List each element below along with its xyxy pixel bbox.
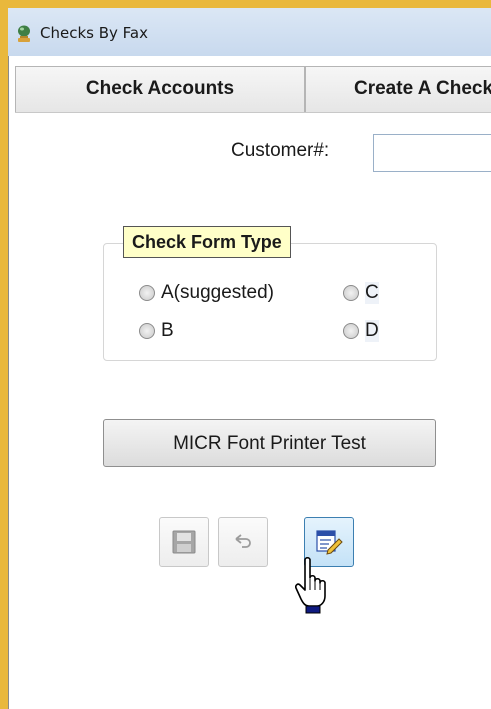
radio-button-icon	[139, 323, 155, 339]
app-window: Checks By Fax Check Accounts Create A Ch…	[0, 0, 491, 709]
tab-check-accounts[interactable]: Check Accounts	[15, 66, 305, 112]
customer-number-input[interactable]	[373, 134, 491, 172]
hand-cursor-icon	[295, 556, 326, 614]
globe-trophy-icon	[18, 25, 30, 42]
radio-button-icon	[343, 285, 359, 301]
undo-button[interactable]	[218, 517, 268, 567]
radio-option-b[interactable]: B	[139, 320, 174, 342]
radio-button-icon	[343, 323, 359, 339]
edit-icon	[316, 530, 343, 555]
micr-font-printer-test-button[interactable]: MICR Font Printer Test	[103, 419, 436, 467]
customer-label: Customer#:	[231, 140, 330, 161]
check-form-type-legend: Check Form Type	[123, 226, 291, 258]
radio-option-d[interactable]: D	[343, 320, 379, 342]
title-bar[interactable]: Checks By Fax	[8, 8, 491, 56]
main-panel: Check Accounts Create A Check Customer#:…	[8, 56, 491, 709]
radio-label-c: C	[365, 282, 379, 304]
radio-option-a[interactable]: A(suggested)	[139, 282, 274, 304]
radio-button-icon	[139, 285, 155, 301]
radio-label-b: B	[161, 320, 174, 341]
window-title: Checks By Fax	[40, 24, 148, 42]
save-icon	[172, 530, 196, 554]
radio-label-d: D	[365, 320, 379, 342]
save-button[interactable]	[159, 517, 209, 567]
radio-label-a: A(suggested)	[161, 282, 275, 303]
tab-divider	[15, 112, 491, 113]
radio-option-c[interactable]: C	[343, 282, 379, 304]
undo-icon	[235, 534, 251, 548]
tab-create-a-check[interactable]: Create A Check	[305, 66, 491, 112]
